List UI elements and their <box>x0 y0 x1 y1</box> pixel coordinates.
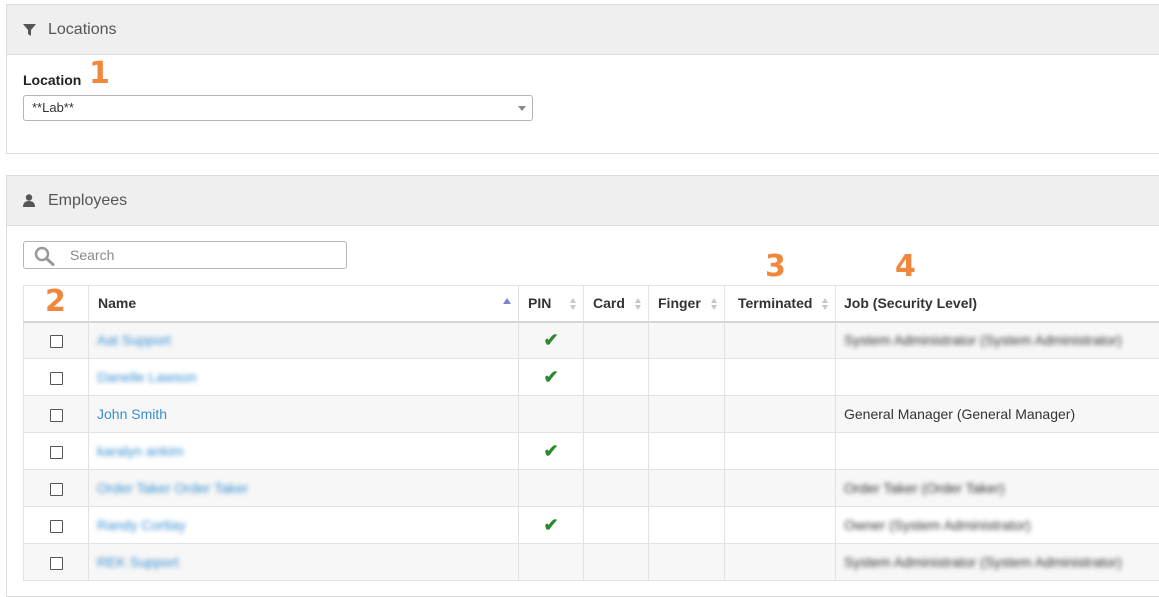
job-cell: System Administrator (System Administrat… <box>844 332 1122 348</box>
card-cell <box>584 507 649 544</box>
user-icon <box>21 194 37 207</box>
search-box[interactable] <box>23 241 347 269</box>
job-cell: Order Taker (Order Taker) <box>844 480 1005 496</box>
location-select[interactable]: **Lab** <box>23 95 533 121</box>
terminated-cell <box>725 359 836 396</box>
sort-icon <box>635 298 642 311</box>
chevron-down-icon <box>518 106 526 111</box>
annotation-4: 4 <box>895 252 916 282</box>
employees-table: Name PIN Card Finger Terminated Job (Sec… <box>23 285 1159 581</box>
pin-check-icon: ✔ <box>519 322 584 359</box>
finger-cell <box>649 507 725 544</box>
table-row[interactable]: Order Taker Order Taker Order Taker (Ord… <box>24 470 1159 507</box>
table-row[interactable]: Randy Cortlay ✔ Owner (System Administra… <box>24 507 1159 544</box>
search-icon <box>34 246 56 266</box>
employees-panel-header[interactable]: Employees <box>7 176 1159 226</box>
locations-panel-title: Locations <box>48 21 117 39</box>
terminated-cell <box>725 396 836 433</box>
terminated-cell <box>725 322 836 359</box>
column-header-pin[interactable]: PIN <box>519 286 584 322</box>
table-row[interactable]: Aat Support ✔ System Administrator (Syst… <box>24 322 1159 359</box>
location-label: Location <box>23 72 81 88</box>
employee-name-link[interactable]: Danelle Lawson <box>97 369 197 385</box>
employee-name-link[interactable]: karalyn ankim <box>97 443 183 459</box>
row-checkbox[interactable] <box>50 409 63 422</box>
job-cell: General Manager (General Manager) <box>844 406 1075 422</box>
card-cell <box>584 396 649 433</box>
employees-panel: Employees 3 4 2 Name PIN Card Finger Ter… <box>6 175 1159 597</box>
column-header-job[interactable]: Job (Security Level) <box>836 286 1159 322</box>
employee-name-link[interactable]: Randy Cortlay <box>97 517 186 533</box>
finger-cell <box>649 322 725 359</box>
column-header-terminated[interactable]: Terminated <box>725 286 836 322</box>
pin-check-icon: ✔ <box>519 433 584 470</box>
select-all-header[interactable] <box>24 286 89 322</box>
card-cell <box>584 470 649 507</box>
locations-panel-header[interactable]: Locations <box>7 5 1159 55</box>
column-header-card[interactable]: Card <box>584 286 649 322</box>
finger-cell <box>649 359 725 396</box>
terminated-cell <box>725 507 836 544</box>
table-row[interactable]: karalyn ankim ✔ <box>24 433 1159 470</box>
terminated-cell <box>725 433 836 470</box>
pin-cell <box>519 396 584 433</box>
employee-name-link[interactable]: Aat Support <box>97 332 171 348</box>
employee-name-link[interactable]: Order Taker Order Taker <box>97 480 248 496</box>
card-cell <box>584 544 649 581</box>
employee-name-link[interactable]: REK Support <box>97 554 179 570</box>
sort-icon <box>711 298 718 311</box>
employee-name-link[interactable]: John Smith <box>97 406 167 422</box>
column-header-finger[interactable]: Finger <box>649 286 725 322</box>
table-row[interactable]: Danelle Lawson ✔ <box>24 359 1159 396</box>
search-input[interactable] <box>68 246 332 264</box>
row-checkbox[interactable] <box>50 557 63 570</box>
locations-panel: Locations Location 1 **Lab** <box>6 4 1159 154</box>
card-cell <box>584 322 649 359</box>
pin-check-icon: ✔ <box>519 359 584 396</box>
finger-cell <box>649 433 725 470</box>
pin-cell <box>519 470 584 507</box>
location-select-value: **Lab** <box>32 100 74 115</box>
row-checkbox[interactable] <box>50 520 63 533</box>
table-row[interactable]: REK Support System Administrator (System… <box>24 544 1159 581</box>
table-row[interactable]: John Smith General Manager (General Mana… <box>24 396 1159 433</box>
annotation-3: 3 <box>765 252 786 282</box>
pin-cell <box>519 544 584 581</box>
card-cell <box>584 359 649 396</box>
terminated-cell <box>725 470 836 507</box>
row-checkbox[interactable] <box>50 335 63 348</box>
sort-icon <box>570 298 577 311</box>
row-checkbox[interactable] <box>50 372 63 385</box>
finger-cell <box>649 396 725 433</box>
employees-panel-title: Employees <box>48 192 127 210</box>
sort-ascending-icon <box>503 298 511 304</box>
column-header-name[interactable]: Name <box>89 286 519 322</box>
table-header-row: Name PIN Card Finger Terminated Job (Sec… <box>24 286 1159 322</box>
job-cell: Owner (System Administrator) <box>844 517 1031 533</box>
sort-icon <box>822 298 829 311</box>
annotation-1: 1 <box>89 59 110 89</box>
row-checkbox[interactable] <box>50 483 63 496</box>
finger-cell <box>649 544 725 581</box>
row-checkbox[interactable] <box>50 446 63 459</box>
finger-cell <box>649 470 725 507</box>
card-cell <box>584 433 649 470</box>
terminated-cell <box>725 544 836 581</box>
filter-icon <box>21 24 37 36</box>
pin-check-icon: ✔ <box>519 507 584 544</box>
job-cell: System Administrator (System Administrat… <box>844 554 1122 570</box>
